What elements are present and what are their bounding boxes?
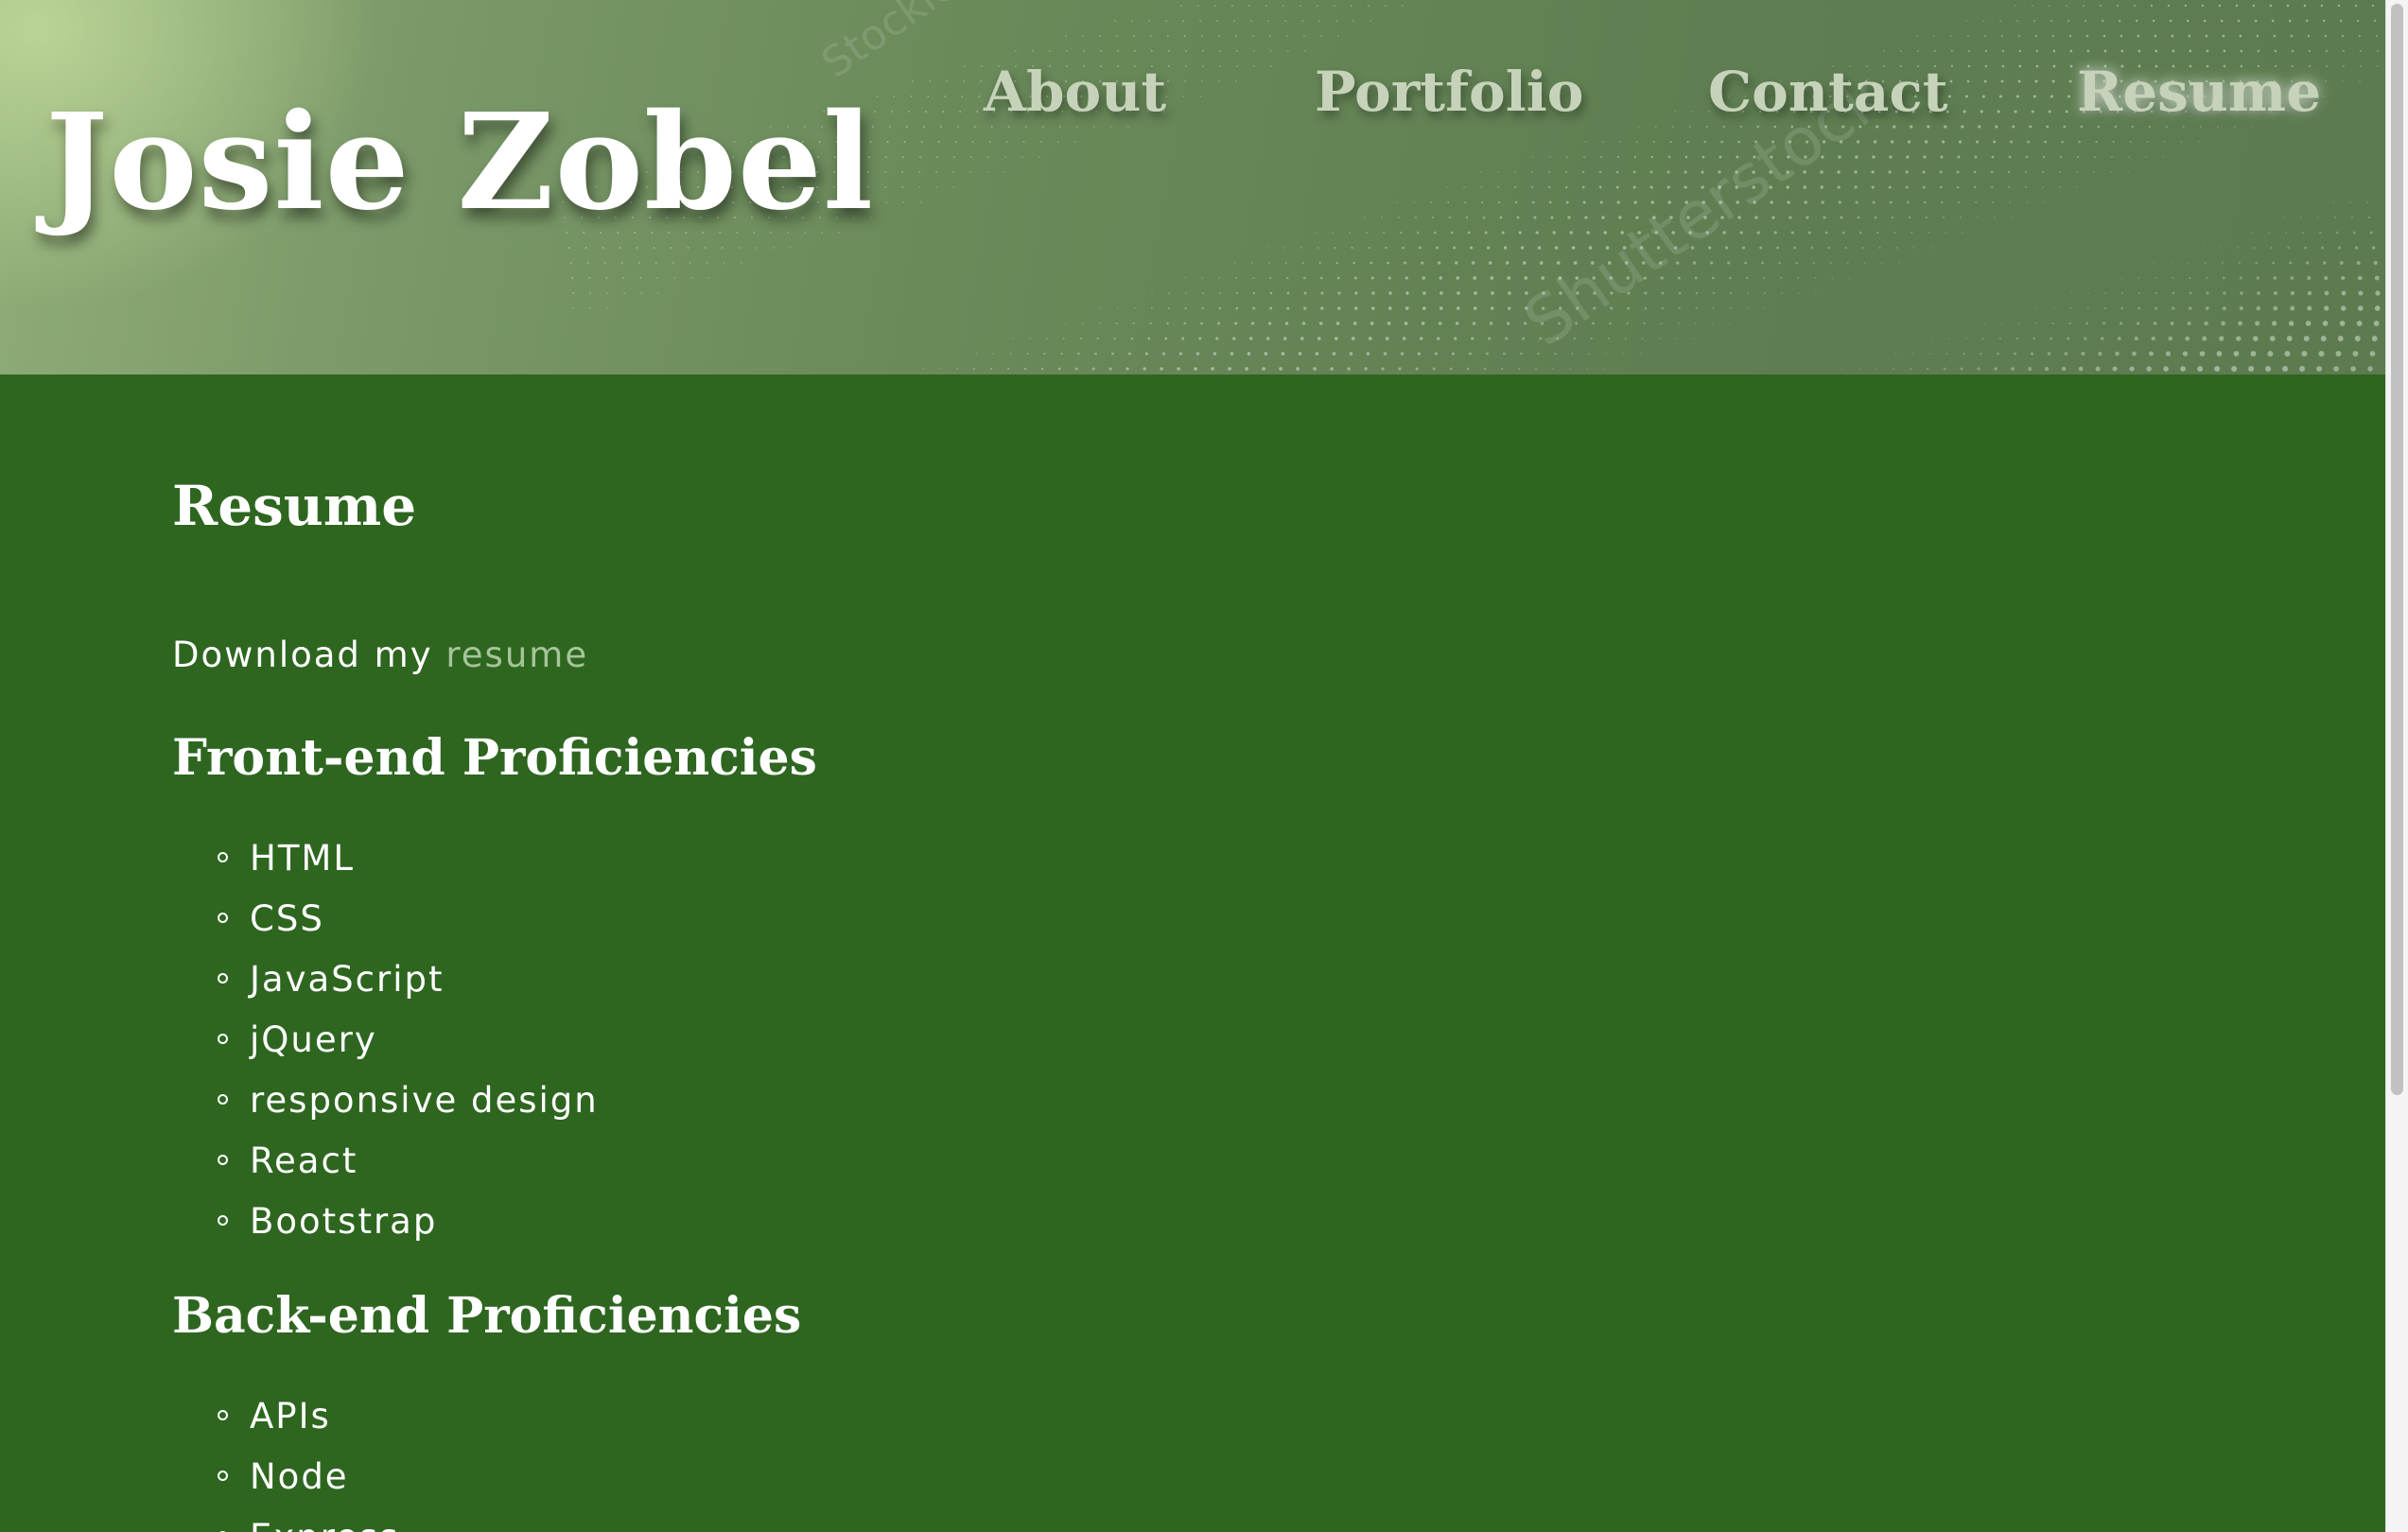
- hollow-circle-icon: [218, 1034, 228, 1044]
- skill-label: Node: [250, 1456, 349, 1497]
- list-item: responsive design: [218, 1082, 599, 1142]
- frontend-skill-list: HTML CSS JavaScript jQuery responsive de…: [218, 840, 599, 1263]
- hollow-circle-icon: [218, 1410, 228, 1420]
- list-item: HTML: [218, 840, 599, 900]
- skill-label: HTML: [250, 838, 355, 879]
- skill-label: CSS: [250, 898, 324, 939]
- list-item: Express: [218, 1519, 399, 1532]
- hollow-circle-icon: [218, 852, 228, 862]
- nav-link-resume[interactable]: Resume: [2077, 64, 2321, 119]
- skill-label: responsive design: [250, 1080, 599, 1121]
- hollow-circle-icon: [218, 913, 228, 923]
- list-item: JavaScript: [218, 961, 599, 1021]
- skill-label: React: [250, 1140, 358, 1181]
- hollow-circle-icon: [218, 1155, 228, 1165]
- hollow-circle-icon: [218, 973, 228, 984]
- list-item: Node: [218, 1458, 399, 1519]
- skill-label: Bootstrap: [250, 1201, 438, 1242]
- vertical-scrollbar[interactable]: [2385, 0, 2408, 1532]
- skill-label: Express: [250, 1517, 399, 1532]
- site-header: Stockle Shutterstock Josie Zobel About P…: [0, 0, 2385, 374]
- page: Stockle Shutterstock Josie Zobel About P…: [0, 0, 2385, 1532]
- frontend-heading: Front-end Proficiencies: [172, 729, 817, 787]
- scrollbar-thumb[interactable]: [2391, 4, 2403, 1095]
- nav-link-contact[interactable]: Contact: [1708, 64, 1948, 119]
- hollow-circle-icon: [218, 1094, 228, 1105]
- hollow-circle-icon: [218, 1471, 228, 1481]
- skill-label: jQuery: [250, 1019, 377, 1060]
- resume-download-link[interactable]: resume: [445, 635, 588, 675]
- list-item: jQuery: [218, 1021, 599, 1082]
- list-item: CSS: [218, 900, 599, 961]
- hollow-circle-icon: [218, 1215, 228, 1226]
- skill-label: APIs: [250, 1396, 331, 1436]
- list-item: React: [218, 1142, 599, 1203]
- backend-heading: Back-end Proficiencies: [172, 1287, 802, 1345]
- page-title: Resume: [172, 474, 417, 538]
- list-item: APIs: [218, 1398, 399, 1458]
- nav-link-portfolio[interactable]: Portfolio: [1315, 64, 1583, 119]
- list-item: Bootstrap: [218, 1203, 599, 1263]
- download-prefix: Download my: [172, 635, 433, 675]
- main-nav: About Portfolio Contact Resume: [0, 64, 2385, 140]
- nav-link-about[interactable]: About: [984, 64, 1166, 119]
- skill-label: JavaScript: [250, 959, 445, 1000]
- backend-skill-list: APIs Node Express: [218, 1398, 399, 1532]
- download-text: Download my resume: [172, 637, 588, 672]
